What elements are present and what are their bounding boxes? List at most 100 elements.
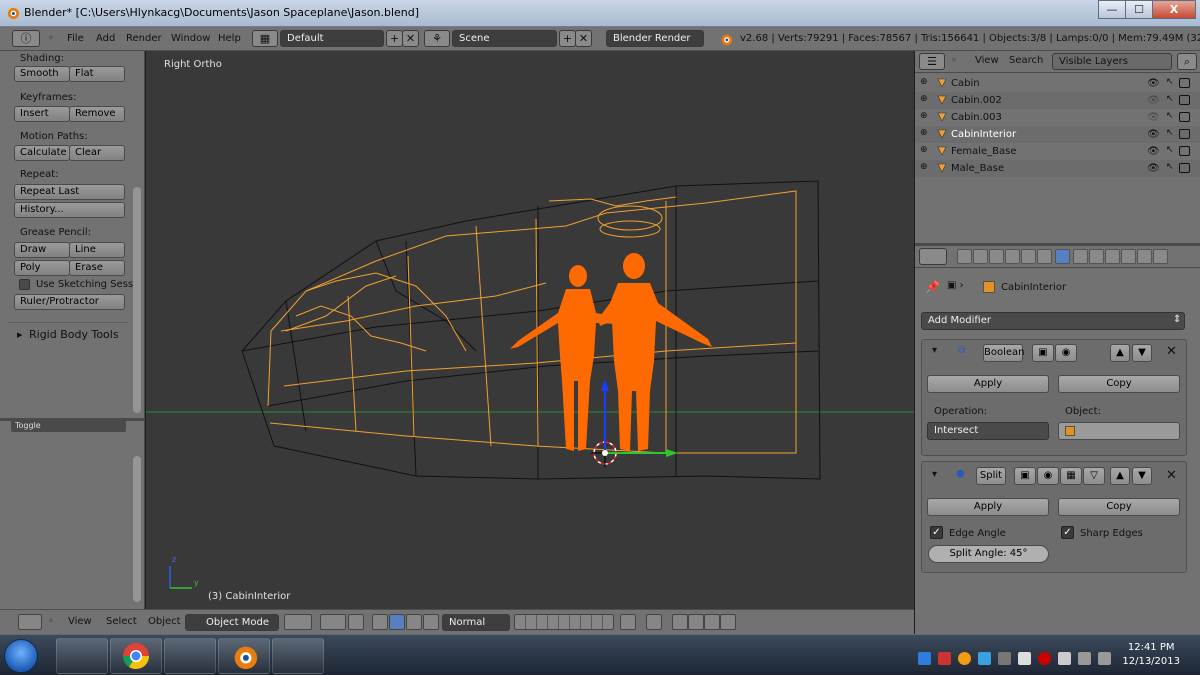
render-layers-context-icon[interactable] — [973, 249, 988, 264]
menu-select[interactable]: Select — [106, 616, 137, 627]
poly-button[interactable]: Poly — [14, 260, 70, 276]
taskbar-app-snipping[interactable] — [164, 638, 216, 674]
render-toggle-icon[interactable]: ▣ — [1032, 344, 1054, 362]
scene-icon[interactable]: ⚘ — [424, 30, 450, 47]
edge-angle-checkbox[interactable]: ✓ — [930, 526, 943, 539]
split-angle-slider[interactable]: Split Angle: 45° — [928, 545, 1049, 563]
menu-add[interactable]: Add — [96, 33, 115, 44]
minimize-button[interactable]: — — [1098, 0, 1126, 19]
visibility-eye-icon[interactable]: 👁 — [1147, 112, 1160, 123]
layer-buttons[interactable] — [514, 614, 614, 630]
expand-icon[interactable]: ⊕ — [920, 94, 928, 104]
visibility-eye-icon[interactable]: 👁 — [1147, 95, 1160, 106]
remove-modifier-icon[interactable]: ✕ — [1166, 344, 1177, 359]
menu-file[interactable]: File — [67, 33, 84, 44]
start-button[interactable] — [4, 639, 38, 673]
expand-icon[interactable]: ⊕ — [920, 77, 928, 87]
move-down-icon[interactable]: ▼ — [1132, 467, 1152, 485]
outliner-item-name[interactable]: Cabin.002 — [951, 95, 1002, 106]
toolshelf-scrollbar[interactable] — [133, 187, 141, 413]
render-camera-icon[interactable] — [1179, 112, 1190, 122]
menu-object[interactable]: Object — [148, 616, 181, 627]
collapse-arrow-icon[interactable]: ▾ — [932, 345, 937, 356]
outliner-item-name[interactable]: Male_Base — [951, 163, 1004, 174]
taskbar-app-chrome[interactable] — [110, 638, 162, 674]
render-camera-icon[interactable] — [1179, 95, 1190, 105]
manipulator-toggle-icon[interactable] — [372, 614, 388, 630]
flat-button[interactable]: Flat — [69, 66, 125, 82]
move-down-icon[interactable]: ▼ — [1132, 344, 1152, 362]
mode-dropdown[interactable]: Object Mode — [185, 614, 279, 631]
outliner-item-name[interactable]: CabinInterior — [951, 129, 1016, 140]
expand-icon[interactable]: ⊕ — [920, 145, 928, 155]
modifier-name-field[interactable]: Split — [976, 467, 1006, 485]
render-camera-icon[interactable] — [1179, 163, 1190, 173]
outliner-row[interactable]: ⊕ Male_Base 👁 ↖ — [915, 160, 1200, 177]
tray-app-icon[interactable] — [978, 652, 991, 665]
visibility-eye-icon[interactable]: 👁 — [1147, 146, 1160, 157]
editmode-toggle-icon[interactable]: ▦ — [1060, 467, 1082, 485]
action-center-icon[interactable] — [1098, 652, 1111, 665]
layer-lock-icon[interactable] — [620, 614, 636, 630]
menu-window[interactable]: Window — [171, 33, 210, 44]
move-up-icon[interactable]: ▲ — [1110, 344, 1130, 362]
beats-audio-icon[interactable] — [1038, 652, 1051, 665]
pin-icon[interactable]: 📌 — [925, 280, 940, 294]
render-engine-dropdown[interactable]: Blender Render — [606, 30, 704, 47]
toggle-dropdown[interactable]: Toggle — [11, 420, 126, 432]
add-screen-icon[interactable]: + — [386, 30, 403, 47]
outliner-row[interactable]: ⊕ Female_Base 👁 ↖ — [915, 143, 1200, 160]
ruler-button[interactable]: Ruler/Protractor — [14, 294, 125, 310]
scale-manipulator-icon[interactable] — [423, 614, 439, 630]
scene-context-icon[interactable] — [989, 249, 1004, 264]
copy-split-button[interactable]: Copy — [1058, 498, 1180, 516]
modifiers-context-icon[interactable] — [1055, 249, 1070, 264]
apply-boolean-button[interactable]: Apply — [927, 375, 1049, 393]
menu-render[interactable]: Render — [126, 33, 162, 44]
close-button[interactable]: X — [1152, 0, 1196, 19]
remove-screen-icon[interactable]: ✕ — [402, 30, 419, 47]
visibility-eye-icon[interactable]: 👁 — [1147, 129, 1160, 140]
viewport-toggle-icon[interactable]: ◉ — [1037, 467, 1059, 485]
repeat-last-button[interactable]: Repeat Last — [14, 184, 125, 200]
screen-layout-dropdown[interactable]: Default — [280, 30, 384, 47]
scene-dropdown[interactable]: Scene — [452, 30, 557, 47]
outliner-item-name[interactable]: Cabin — [951, 78, 980, 89]
editor-type-properties-icon[interactable] — [919, 248, 947, 265]
screen-layout-icon[interactable]: ▦ — [252, 30, 278, 47]
search-icon[interactable]: ⌕ — [1177, 53, 1197, 70]
taskbar-clock[interactable]: 12:41 PM 12/13/2013 — [1122, 641, 1180, 669]
snap-element-icon[interactable] — [688, 614, 704, 630]
visibility-eye-icon[interactable]: 👁 — [1147, 163, 1160, 174]
render-camera-icon[interactable] — [1179, 129, 1190, 139]
history-button[interactable]: History... — [14, 202, 125, 218]
add-scene-icon[interactable]: + — [559, 30, 576, 47]
cage-toggle-icon[interactable]: ▽ — [1083, 467, 1105, 485]
outliner-item-name[interactable]: Cabin.003 — [951, 112, 1002, 123]
viewport-toggle-icon[interactable]: ◉ — [1055, 344, 1077, 362]
taskbar-app-computer[interactable] — [56, 638, 108, 674]
menu-view[interactable]: View — [68, 616, 92, 627]
outliner-filter-dropdown[interactable]: Visible Layers — [1052, 53, 1172, 70]
add-modifier-dropdown[interactable]: Add Modifier — [921, 312, 1185, 330]
viewport-shading-icon[interactable] — [284, 614, 312, 630]
render-camera-icon[interactable] — [1179, 78, 1190, 88]
taskbar-app-blender[interactable] — [218, 638, 270, 674]
selectable-arrow-icon[interactable]: ↖ — [1166, 77, 1174, 87]
render-camera-icon[interactable] — [1179, 146, 1190, 156]
move-up-icon[interactable]: ▲ — [1110, 467, 1130, 485]
object-context-icon[interactable] — [1021, 249, 1036, 264]
redo-panel-scrollbar[interactable] — [133, 456, 141, 602]
translate-manipulator-icon[interactable] — [389, 614, 405, 630]
taskbar-app-orbiter[interactable] — [272, 638, 324, 674]
outliner-row[interactable]: ⊕ Cabin 👁 ↖ — [915, 75, 1200, 92]
material-context-icon[interactable] — [1089, 249, 1104, 264]
operation-dropdown[interactable]: Intersect — [927, 422, 1049, 440]
calculate-button[interactable]: Calculate — [14, 145, 70, 161]
use-sketching-checkbox[interactable] — [19, 279, 30, 290]
remove-scene-icon[interactable]: ✕ — [575, 30, 592, 47]
pivot-point-icon[interactable] — [320, 614, 346, 630]
render-context-icon[interactable] — [957, 249, 972, 264]
tray-app-icon[interactable] — [1078, 652, 1091, 665]
particles-context-icon[interactable] — [1121, 249, 1136, 264]
